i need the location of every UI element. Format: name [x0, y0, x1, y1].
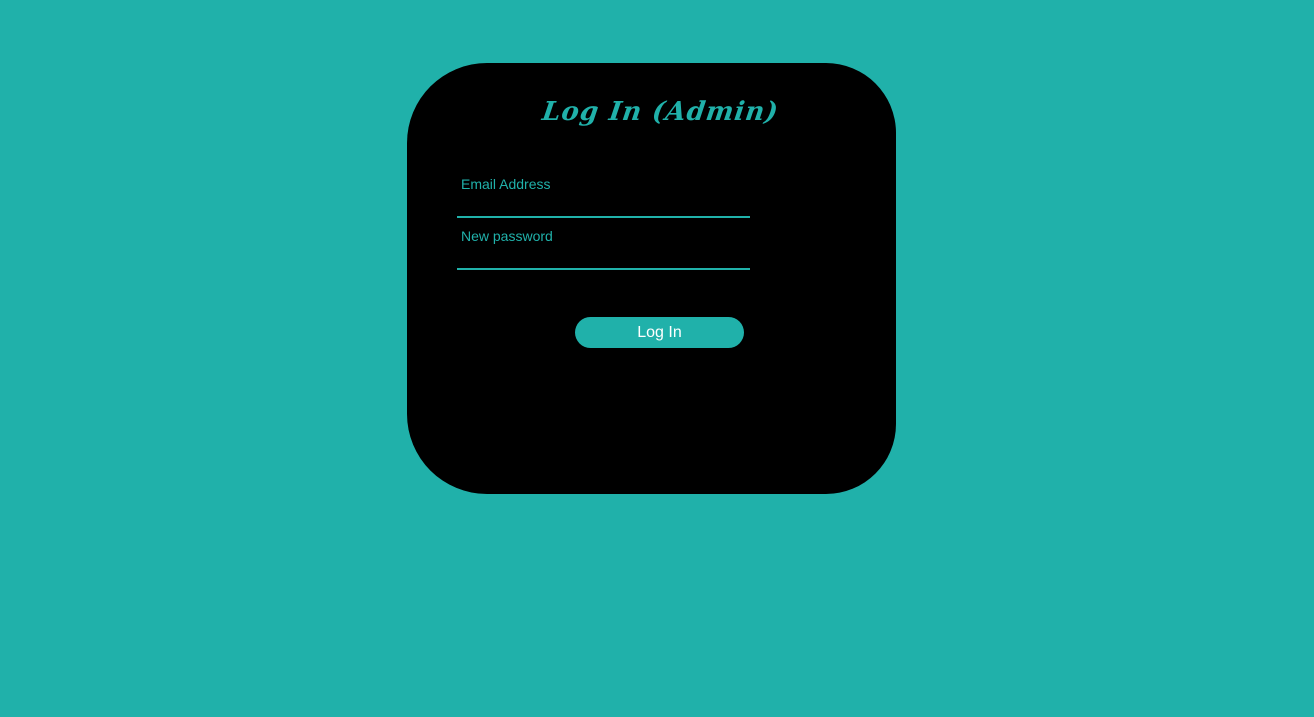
email-input[interactable]	[457, 176, 750, 216]
page-background: Log In (Admin) Email Address New passwor…	[0, 0, 1314, 717]
password-input[interactable]	[457, 228, 750, 268]
login-button[interactable]: Log In	[575, 317, 744, 348]
login-card: Log In (Admin) Email Address New passwor…	[407, 63, 896, 494]
login-title: Log In (Admin)	[540, 97, 781, 127]
password-field-container: New password	[457, 228, 750, 270]
email-field-container: Email Address	[457, 176, 750, 218]
